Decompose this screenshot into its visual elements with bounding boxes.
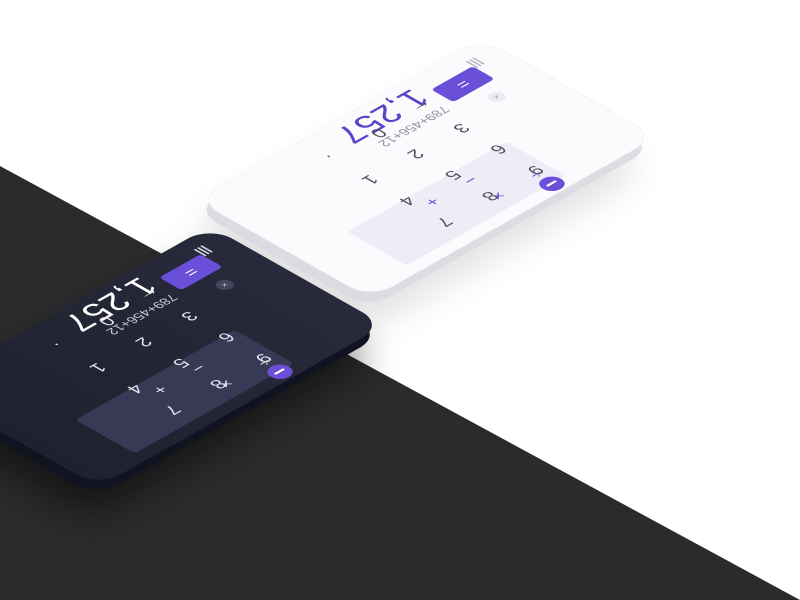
stage: 789+456+12 × 1,257 ÷ × − + 9 8 7 6 5 4 3… <box>0 0 800 600</box>
equals-button[interactable]: = <box>159 254 223 291</box>
decimal-button[interactable]: . <box>39 335 81 359</box>
digit-1-button[interactable]: 1 <box>76 356 118 380</box>
digit-2-button[interactable]: 2 <box>394 142 436 166</box>
clear-button[interactable]: × <box>484 89 510 104</box>
digit-3-button[interactable]: 3 <box>440 116 482 140</box>
equals-button[interactable]: = <box>431 66 495 103</box>
clear-button[interactable]: × <box>212 277 238 292</box>
digit-2-button[interactable]: 2 <box>122 330 164 354</box>
menu-icon[interactable] <box>465 57 486 69</box>
menu-icon[interactable] <box>193 245 214 257</box>
digit-1-button[interactable]: 1 <box>348 168 390 192</box>
digit-3-button[interactable]: 3 <box>168 304 210 328</box>
decimal-button[interactable]: . <box>311 147 353 171</box>
